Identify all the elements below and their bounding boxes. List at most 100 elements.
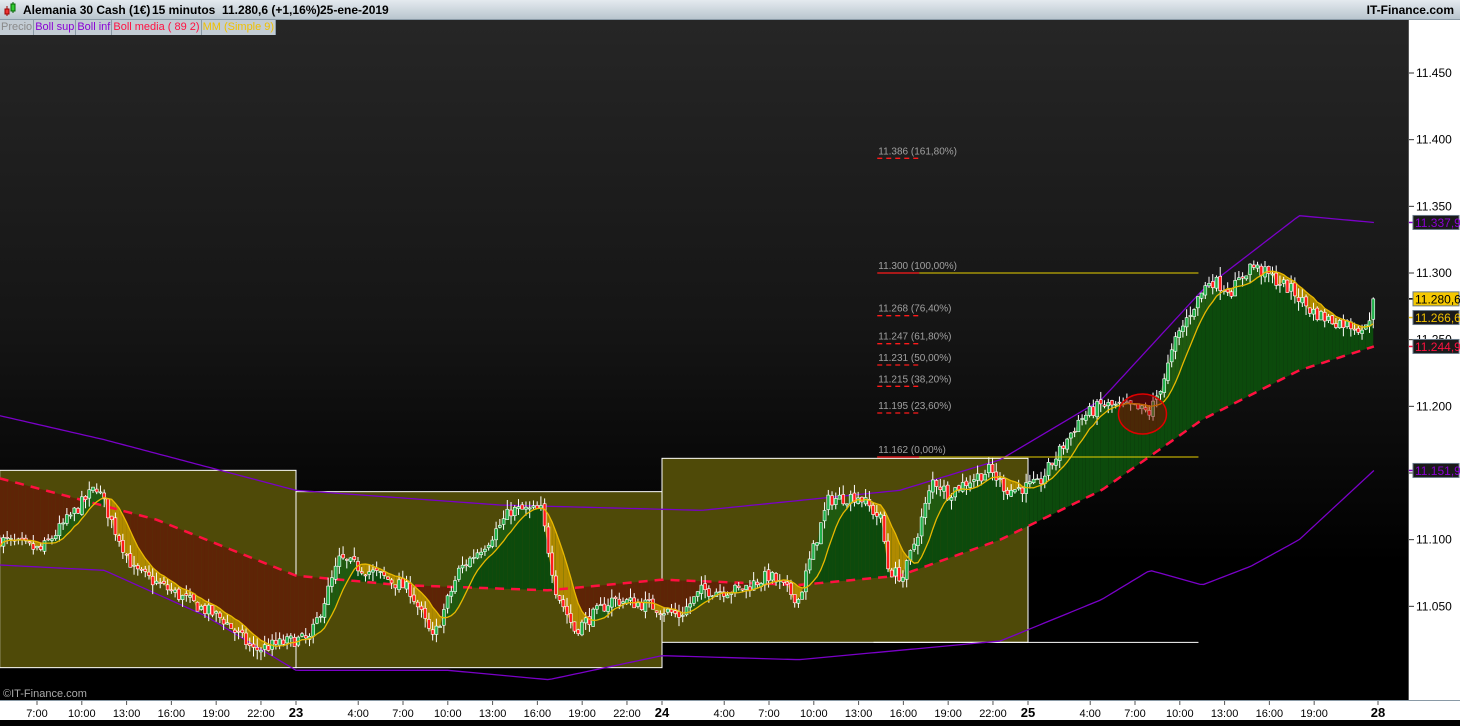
ma-boll-fill: [171, 526, 175, 584]
price-axis[interactable]: 11.05011.10011.15011.20011.25011.30011.3…: [1408, 20, 1460, 700]
candle-down: [678, 612, 681, 618]
x-tick-label: 16:00: [524, 708, 552, 720]
fib-level-label: 11.231 (50,00%): [878, 353, 951, 364]
x-tick-label: 16:00: [890, 708, 918, 720]
legend-boll-inf[interactable]: Boll inf: [76, 20, 112, 35]
legend-boll-media[interactable]: Boll media ( 89 2): [112, 20, 201, 35]
title-bar: Alemania 30 Cash (1€) 15 minutos 11.280,…: [0, 0, 1460, 20]
ma-boll-fill: [209, 541, 213, 605]
candle-down: [543, 504, 546, 526]
ma-boll-fill: [675, 580, 679, 611]
candle-down: [1110, 400, 1113, 405]
candle-up: [319, 616, 322, 617]
candle-down: [789, 583, 792, 595]
candle-down: [185, 594, 188, 596]
chart-plot-area[interactable]: 11.386 (161,80%)11.300 (100,00%)11.268 (…: [0, 20, 1408, 700]
ma-boll-fill: [1175, 374, 1179, 439]
candle-up: [745, 585, 748, 589]
candle-down: [144, 569, 147, 571]
x-tick-label: 7:00: [1124, 708, 1145, 720]
ma-boll-fill: [265, 563, 269, 644]
legend-precio[interactable]: Precio: [0, 20, 34, 35]
fib-level-label: 11.247 (61,80%): [878, 332, 951, 343]
candle-down: [237, 631, 240, 632]
candle-down: [1099, 400, 1102, 404]
ma-boll-fill: [1034, 486, 1038, 523]
candle-up: [323, 604, 326, 618]
ma-boll-fill: [257, 560, 261, 640]
ma-boll-fill: [227, 548, 231, 616]
y-tick-label: 11.350: [1416, 199, 1452, 213]
ma-boll-fill: [951, 491, 955, 557]
candle-up: [1054, 459, 1057, 465]
ma-boll-fill: [194, 535, 198, 597]
x-tick-label: 10:00: [434, 708, 462, 720]
candle-up: [1312, 309, 1315, 314]
candle-up: [1301, 297, 1304, 302]
candle-up: [371, 570, 374, 572]
ma-boll-fill: [1179, 364, 1183, 436]
candle-down: [1040, 479, 1043, 484]
candle-down: [6, 537, 9, 538]
candle-up: [1166, 363, 1169, 380]
candle-up: [823, 510, 826, 520]
ma-boll-fill: [224, 547, 228, 615]
ma-boll-fill: [866, 499, 870, 578]
candle-down: [245, 633, 248, 645]
candle-down: [674, 611, 677, 614]
candle-up: [943, 486, 946, 491]
candle-up: [495, 529, 498, 540]
candle-up: [700, 585, 703, 593]
legend-boll-sup[interactable]: Boll sup: [34, 20, 76, 35]
candle-down: [995, 472, 998, 480]
candle-up: [1010, 490, 1013, 496]
candle-down: [898, 567, 901, 580]
x-tick-label: 23: [289, 705, 303, 720]
candle-up: [446, 596, 449, 608]
candle-up: [58, 524, 61, 536]
x-tick-label: 13:00: [845, 708, 873, 720]
ma-boll-fill: [239, 553, 243, 624]
legend-mm-simple[interactable]: MM (Simple 9): [202, 20, 277, 35]
candle-down: [1275, 273, 1278, 285]
candle-down: [203, 606, 206, 614]
x-tick-label: 24: [655, 705, 670, 720]
candle-up: [879, 514, 882, 518]
candle-down: [416, 602, 419, 607]
y-tick-label: 11.450: [1416, 66, 1452, 80]
candle-up: [1319, 311, 1322, 320]
ma-boll-fill: [955, 490, 959, 556]
candle-down: [121, 540, 124, 552]
ma-boll-fill: [1224, 289, 1228, 409]
ma-boll-fill: [41, 489, 45, 543]
candle-up: [88, 490, 91, 498]
ma-boll-fill: [1269, 271, 1273, 386]
candle-down: [431, 630, 434, 635]
candle-up: [961, 482, 964, 491]
candle-up: [301, 634, 304, 637]
candle-up: [226, 623, 229, 624]
ma-boll-fill: [268, 565, 272, 646]
candle-up: [644, 600, 647, 612]
candle-down: [659, 614, 662, 615]
candle-down: [401, 578, 404, 588]
candle-up: [845, 504, 848, 505]
candle-down: [603, 604, 606, 611]
ma-boll-fill: [1075, 445, 1079, 503]
candle-up: [599, 605, 602, 606]
ma-boll-fill: [18, 483, 22, 540]
candle-up: [719, 592, 722, 593]
ma-boll-fill: [1101, 413, 1105, 490]
ma-boll-fill: [638, 582, 642, 603]
ma-boll-fill: [530, 510, 534, 590]
x-tick-label: 19:00: [568, 708, 596, 720]
ma-boll-fill: [0, 478, 3, 546]
candle-up: [730, 593, 733, 594]
ma-boll-fill: [1187, 346, 1191, 431]
ma-boll-fill: [306, 577, 310, 640]
candle-up: [610, 598, 613, 607]
candle-up: [338, 556, 341, 567]
candle-down: [569, 613, 572, 622]
candle-up: [666, 609, 669, 612]
time-axis[interactable]: 7:0010:0013:0016:0019:0022:00234:007:001…: [0, 700, 1460, 720]
